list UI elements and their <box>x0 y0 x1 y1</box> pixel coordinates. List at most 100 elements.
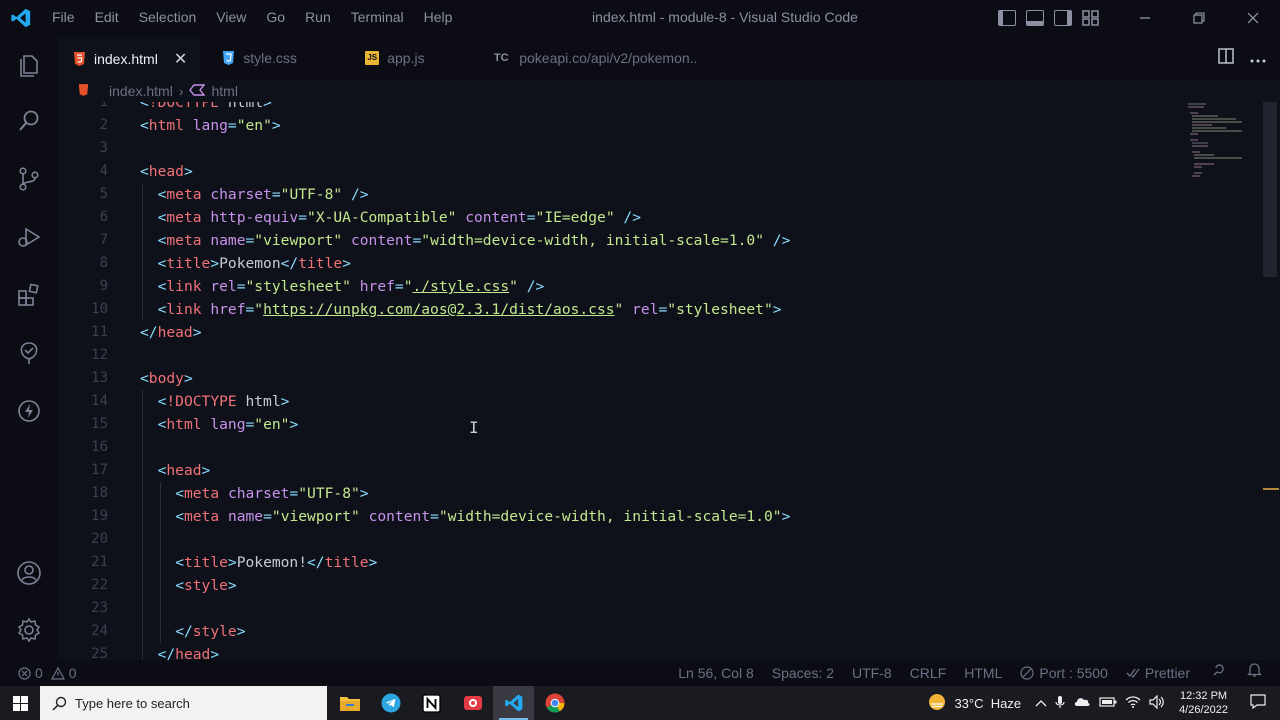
run-debug-icon[interactable] <box>0 213 58 261</box>
weather-text[interactable]: 33°C Haze <box>954 696 1021 711</box>
explorer-icon[interactable] <box>0 41 58 89</box>
menu-run[interactable]: Run <box>295 0 341 35</box>
close-window-button[interactable] <box>1226 0 1280 35</box>
code-line[interactable]: 5 <meta charset="UTF-8" /> <box>58 183 1238 206</box>
folder-icon <box>339 697 360 711</box>
breadcrumb-symbol[interactable]: html <box>211 83 237 99</box>
code-text: <title>Pokemon!</title> <box>175 554 378 571</box>
code-line[interactable]: 2 <html lang="en"> <box>58 114 1238 137</box>
weather-icon[interactable] <box>928 693 946 714</box>
toggle-secondary-sidebar-icon[interactable] <box>1054 9 1072 26</box>
code-line[interactable]: 10 <link href="https://unpkg.com/aos@2.3.… <box>58 298 1238 321</box>
line-endings[interactable]: CRLF <box>901 660 956 686</box>
chrome-app[interactable] <box>534 686 575 720</box>
extensions-icon[interactable] <box>0 271 58 319</box>
search-icon[interactable] <box>0 97 58 145</box>
toggle-panel-icon[interactable] <box>1026 9 1044 26</box>
source-control-icon[interactable] <box>0 155 58 203</box>
split-editor-icon[interactable] <box>1218 47 1234 68</box>
code-text: <meta charset="UTF-8" /> <box>157 186 369 203</box>
tab-style-css[interactable]: style.css <box>201 35 341 80</box>
code-text: <!DOCTYPE html> <box>157 393 290 410</box>
show-hidden-icons-icon[interactable] <box>1035 696 1047 710</box>
line-number: 5 <box>99 186 108 202</box>
menu-terminal[interactable]: Terminal <box>341 0 414 35</box>
menu-file[interactable]: File <box>42 0 85 35</box>
code-line[interactable]: 9 <link rel="stylesheet" href="./style.cs… <box>58 275 1238 298</box>
menu-selection[interactable]: Selection <box>129 0 207 35</box>
code-line[interactable]: 18 <meta charset="UTF-8"> <box>58 482 1238 505</box>
restore-button[interactable] <box>1172 0 1226 35</box>
js-icon: JS <box>365 50 380 65</box>
minimize-button[interactable] <box>1118 0 1172 35</box>
notion-app[interactable] <box>411 686 452 720</box>
menu-edit[interactable]: Edit <box>85 0 129 35</box>
thunder-client-icon[interactable] <box>0 387 58 435</box>
tab-index-html[interactable]: index.html ✕ <box>58 35 202 80</box>
clock[interactable]: 12:32 PM 4/26/2022 <box>1173 689 1234 717</box>
cursor-position[interactable]: Ln 56, Col 8 <box>669 660 763 686</box>
telegram-app[interactable] <box>370 686 411 720</box>
wifi-icon[interactable] <box>1125 695 1141 711</box>
code-line[interactable]: 3 <box>58 137 1238 160</box>
menu-go[interactable]: Go <box>256 0 295 35</box>
code-line[interactable]: 6 <meta http-equiv="X-UA-Compatible" cont… <box>58 206 1238 229</box>
windows-start-icon[interactable] <box>0 686 40 720</box>
minimap[interactable] <box>1188 102 1268 182</box>
file-explorer-app[interactable] <box>329 686 370 720</box>
live-server-port[interactable]: Port : 5500 <box>1011 660 1117 686</box>
code-line[interactable]: 22 <style> <box>58 574 1238 597</box>
code-line[interactable]: 1 <!DOCTYPE html> <box>58 102 1238 114</box>
problems-indicator[interactable]: 0 0 <box>0 660 86 686</box>
code-line[interactable]: 19 <meta name="viewport" content="width=d… <box>58 505 1238 528</box>
microphone-icon[interactable] <box>1055 695 1065 712</box>
screen-recorder-app[interactable] <box>452 686 493 720</box>
breadcrumb-file[interactable]: index.html <box>109 83 173 99</box>
code-line[interactable]: 25 </head> <box>58 643 1238 660</box>
language-mode[interactable]: HTML <box>955 660 1011 686</box>
volume-icon[interactable] <box>1149 694 1165 712</box>
vscode-logo-icon[interactable] <box>0 0 42 35</box>
remote-explorer-icon[interactable] <box>0 329 58 377</box>
line-number: 2 <box>99 117 108 133</box>
menu-view[interactable]: View <box>206 0 256 35</box>
more-actions-icon[interactable] <box>1250 48 1266 67</box>
code-line[interactable]: 24 </style> <box>58 620 1238 643</box>
scrollbar-thumb[interactable] <box>1263 102 1277 277</box>
code-line[interactable]: 20 <box>58 528 1238 551</box>
code-line[interactable]: 7 <meta name="viewport" content="width=de… <box>58 229 1238 252</box>
code-line[interactable]: 12 <box>58 344 1238 367</box>
code-editor[interactable]: 1 <!DOCTYPE html> 2 <html lang="en"> 3 4 <head… <box>58 102 1280 660</box>
tab-pokeapi[interactable]: TC pokeapi.co/api/v2/pokemon.. <box>481 35 711 80</box>
menu-help[interactable]: Help <box>414 0 463 35</box>
taskbar-search[interactable]: Type here to search <box>40 686 327 720</box>
code-line[interactable]: 21 <title>Pokemon!</title> <box>58 551 1238 574</box>
code-line[interactable]: 11 </head> <box>58 321 1238 344</box>
notification-center-icon[interactable] <box>1242 694 1280 712</box>
prettier-label: Prettier <box>1144 665 1190 681</box>
indentation[interactable]: Spaces: 2 <box>763 660 843 686</box>
code-text: <link href="https://unpkg.com/aos@2.3.1/… <box>157 301 782 318</box>
code-line[interactable]: 13 <body> <box>58 367 1238 390</box>
account-icon[interactable] <box>0 549 58 597</box>
notifications-bell-icon[interactable] <box>1239 660 1280 686</box>
tab-app-js[interactable]: JS app.js <box>341 35 481 80</box>
close-tab-icon[interactable]: ✕ <box>174 49 187 69</box>
code-line[interactable]: 23 <box>58 597 1238 620</box>
feedback-icon[interactable] <box>1199 660 1239 686</box>
code-line[interactable]: 14 <!DOCTYPE html> <box>58 390 1238 413</box>
settings-gear-icon[interactable] <box>0 606 58 654</box>
code-line[interactable]: 4 <head> <box>58 160 1238 183</box>
code-line[interactable]: 16 <box>58 436 1238 459</box>
onedrive-cloud-icon[interactable] <box>1073 696 1091 710</box>
code-line[interactable]: 15 <html lang="en"> <box>58 413 1238 436</box>
customize-layout-icon[interactable] <box>1082 9 1100 26</box>
prettier-status[interactable]: Prettier <box>1117 660 1199 686</box>
code-line[interactable]: 17 <head> <box>58 459 1238 482</box>
battery-icon[interactable] <box>1099 696 1117 710</box>
code-line[interactable]: 8 <title>Pokemon</title> <box>58 252 1238 275</box>
toggle-primary-sidebar-icon[interactable] <box>998 9 1016 26</box>
encoding[interactable]: UTF-8 <box>843 660 901 686</box>
vscode-app[interactable] <box>493 686 534 720</box>
line-number: 18 <box>91 485 108 501</box>
